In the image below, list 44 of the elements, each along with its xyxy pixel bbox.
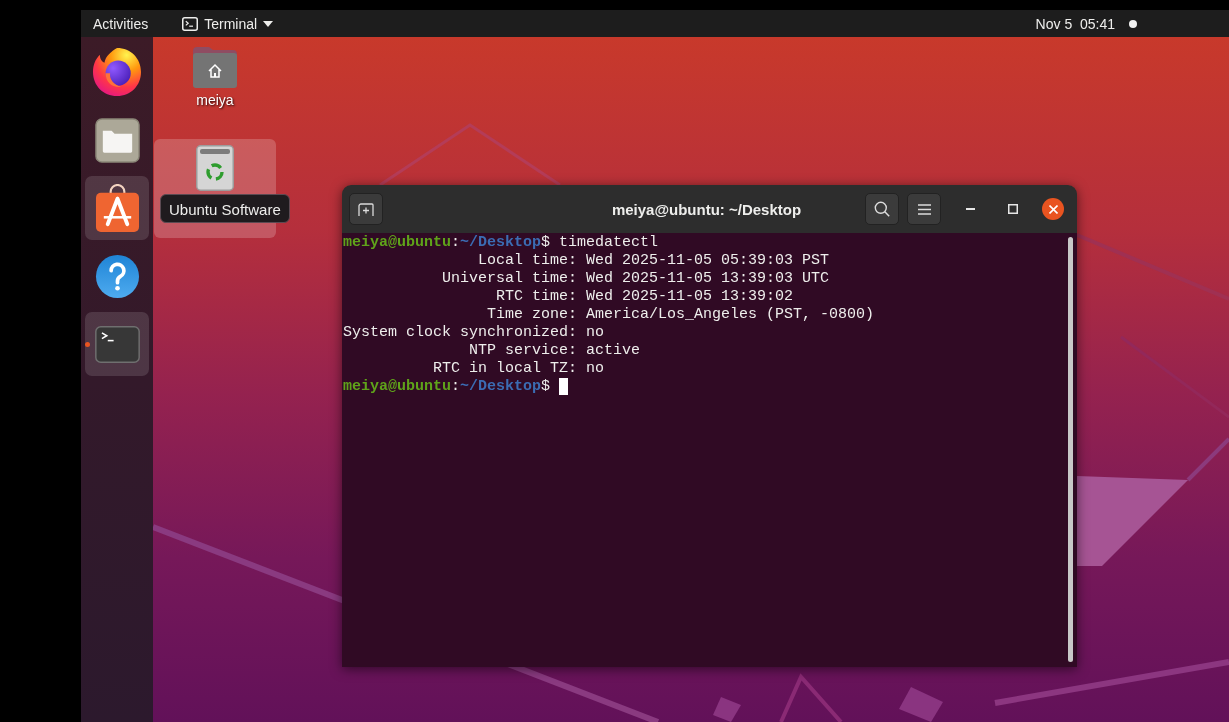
field-label: RTC in local TZ: bbox=[433, 360, 578, 377]
dock-item[interactable] bbox=[85, 176, 149, 240]
home-folder-icon bbox=[192, 46, 238, 89]
activities-button[interactable]: Activities bbox=[93, 11, 149, 36]
field-value: Wed 2025-11-05 05:39:03 PST bbox=[586, 252, 830, 270]
scrollbar[interactable] bbox=[1068, 237, 1073, 662]
prompt-line: meiya@ubuntu:~/Desktop$ timedatectl bbox=[343, 234, 659, 252]
search-button[interactable] bbox=[865, 193, 899, 225]
close-button[interactable] bbox=[1042, 198, 1064, 220]
folder-icon bbox=[94, 117, 140, 163]
help-icon bbox=[94, 253, 140, 299]
field-value: Wed 2025-11-05 13:39:03 UTC bbox=[586, 270, 830, 288]
maximize-icon bbox=[1008, 204, 1018, 214]
close-icon bbox=[1048, 204, 1058, 214]
search-icon bbox=[874, 201, 890, 217]
desktop-shortcut[interactable]: meiya bbox=[154, 40, 276, 139]
caret-icon bbox=[263, 20, 274, 27]
terminal-icon bbox=[94, 325, 140, 363]
prompt-line: meiya@ubuntu:~/Desktop$ bbox=[343, 378, 551, 396]
plus-square-icon bbox=[358, 201, 374, 217]
field-label: RTC time: bbox=[496, 288, 578, 305]
field-value: active bbox=[586, 342, 641, 360]
indicator-dot-icon bbox=[1129, 19, 1137, 28]
menu-icon bbox=[917, 203, 931, 215]
field-label: Local time: bbox=[478, 252, 578, 269]
app-menu-button[interactable]: Terminal bbox=[182, 11, 274, 36]
field-label: Universal time: bbox=[442, 270, 578, 287]
field-value: Wed 2025-11-05 13:39:02 bbox=[586, 288, 794, 306]
minimize-icon bbox=[965, 208, 975, 210]
menu-button[interactable] bbox=[907, 193, 941, 225]
field-label: NTP service: bbox=[469, 342, 578, 359]
field-label: Time zone: bbox=[487, 306, 578, 323]
window-title: meiya@ubuntu: ~/Desktop bbox=[611, 200, 802, 218]
terminal-icon bbox=[182, 16, 199, 31]
field-value: no bbox=[586, 360, 605, 378]
field-value: no bbox=[586, 324, 605, 342]
field-value: America/Los_Angeles (PST, -0800) bbox=[586, 306, 875, 324]
field-label: System clock synchronized: bbox=[343, 324, 578, 341]
shopping-bag-icon bbox=[94, 183, 140, 233]
trash-icon bbox=[196, 145, 234, 191]
new-tab-button[interactable] bbox=[349, 193, 383, 225]
tooltip: Ubuntu Software bbox=[160, 194, 290, 223]
clock-button[interactable]: Nov 5 05:41 bbox=[1035, 11, 1115, 36]
browser-icon bbox=[93, 48, 141, 96]
